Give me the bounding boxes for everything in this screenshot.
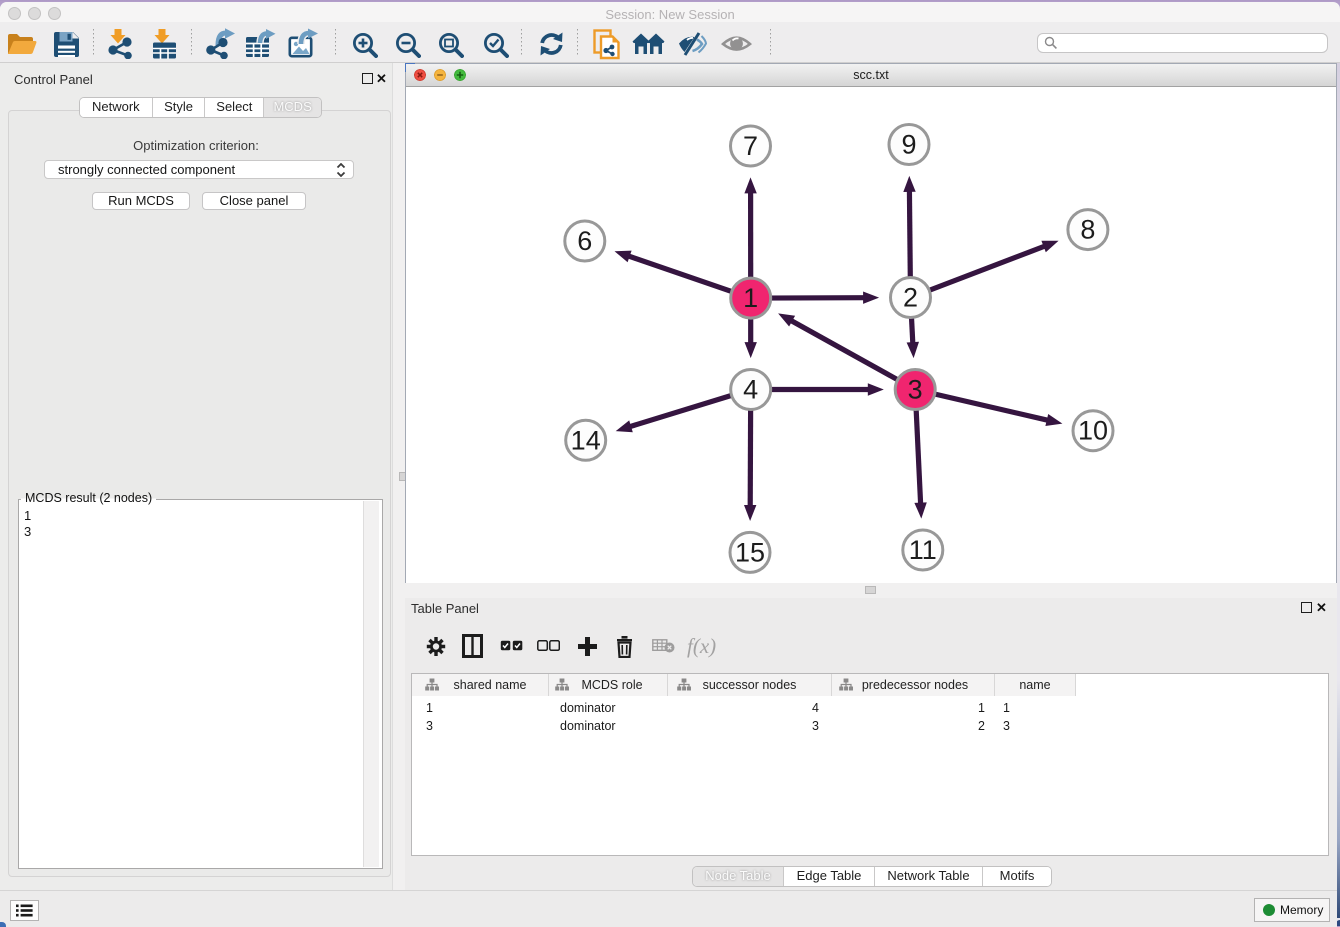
svg-text:15: 15 xyxy=(735,537,765,567)
svg-text:11: 11 xyxy=(909,535,937,565)
svg-text:7: 7 xyxy=(743,131,758,161)
svg-text:4: 4 xyxy=(743,375,758,405)
svg-text:9: 9 xyxy=(901,130,916,160)
svg-text:2: 2 xyxy=(903,283,918,313)
svg-text:8: 8 xyxy=(1080,215,1095,245)
svg-text:10: 10 xyxy=(1078,416,1108,446)
svg-text:3: 3 xyxy=(908,375,923,405)
svg-text:6: 6 xyxy=(577,226,592,256)
svg-text:1: 1 xyxy=(743,283,758,313)
svg-text:14: 14 xyxy=(571,425,601,455)
